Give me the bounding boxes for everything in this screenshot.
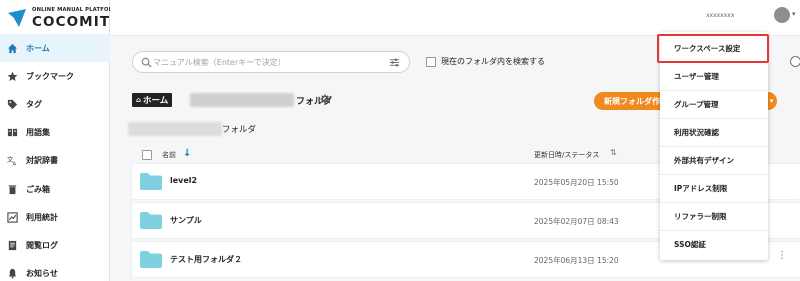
user-avatar[interactable]	[774, 7, 790, 23]
row-updated: 2025年05月20日 15:50	[534, 178, 619, 187]
search-box	[132, 51, 410, 73]
svg-text:A: A	[12, 162, 16, 166]
logo-subtitle: ONLINE MANUAL PLATFORM	[32, 7, 119, 13]
column-header-name[interactable]: 名前	[162, 150, 176, 160]
menu-item-group-management[interactable]: グループ管理	[660, 90, 768, 118]
tag-icon	[6, 98, 18, 110]
menu-item-external-share-design[interactable]: 外部共有デザイン	[660, 146, 768, 174]
sidebar-item-label: タグ	[26, 99, 42, 109]
folder-icon	[140, 212, 162, 229]
logo[interactable]: ONLINE MANUAL PLATFORM COCOMITE	[6, 5, 119, 31]
sidebar-item-view-log[interactable]: 閲覧ログ	[0, 231, 110, 259]
admin-dropdown-menu: ワークスペース設定 ユーザー管理 グループ管理 利用状況確認 外部共有デザイン …	[660, 32, 768, 260]
column-header-updated[interactable]: 更新日時/ステータス	[534, 150, 599, 160]
chart-icon	[6, 211, 18, 223]
sidebar-item-label: ブックマーク	[26, 71, 74, 81]
bell-icon	[6, 268, 18, 280]
menu-item-sso[interactable]: SSO認証	[660, 230, 768, 258]
breadcrumb-redacted-name	[190, 93, 294, 107]
breadcrumb-home[interactable]: ⌂ ホーム	[132, 93, 173, 107]
username[interactable]: xxxxxxxx	[706, 12, 734, 19]
row-updated: 2025年02月07日 08:43	[534, 217, 619, 226]
sidebar-item-trash[interactable]: ごみ箱	[0, 175, 110, 203]
sidebar-item-usage-stats[interactable]: 利用統計	[0, 203, 110, 231]
gear-icon[interactable]	[320, 94, 330, 104]
sidebar-item-label: 利用統計	[26, 212, 58, 222]
menu-item-user-management[interactable]: ユーザー管理	[660, 62, 768, 90]
sidebar-nav: ホーム ブックマーク タグ 用語集 文A 対訳辞書 ごみ箱 利用統計 閲覧ログ …	[0, 34, 110, 281]
sidebar-item-label: 用語集	[26, 128, 50, 138]
logo-name: COCOMITE	[32, 14, 121, 30]
sidebar-item-label: ホーム	[26, 43, 50, 53]
path-folder-suffix: フォルダ	[222, 125, 257, 135]
translate-icon: 文A	[6, 155, 18, 167]
more-options-icon[interactable]: ⋮	[777, 251, 787, 261]
row-name: level2	[170, 176, 198, 185]
logo-mark-icon	[8, 9, 26, 27]
sidebar-item-glossary[interactable]: 用語集	[0, 119, 110, 147]
sidebar-item-label: お知らせ	[26, 269, 58, 279]
new-folder-button-label: 新規フォルダ作	[604, 96, 660, 106]
folder-icon	[140, 251, 162, 268]
sidebar-item-label: ごみ箱	[26, 184, 50, 194]
menu-item-ip-restriction[interactable]: IPアドレス制限	[660, 174, 768, 202]
log-icon	[6, 239, 18, 251]
filter-settings-icon[interactable]	[389, 57, 400, 68]
sort-down-arrow-icon[interactable]: ↓	[183, 148, 191, 159]
trash-icon	[6, 183, 18, 195]
top-bar: xxxxxxxx ▾	[110, 0, 800, 36]
current-folder-checkbox-label: 現在のフォルダ内を検索する	[441, 57, 545, 66]
sidebar-item-bookmark[interactable]: ブックマーク	[0, 62, 110, 90]
home-icon: ⌂	[136, 96, 142, 104]
glossary-icon	[6, 127, 18, 139]
sidebar-item-label: 閲覧ログ	[26, 240, 58, 250]
sidebar-item-translation-dictionary[interactable]: 文A 対訳辞書	[0, 147, 110, 175]
sidebar: ONLINE MANUAL PLATFORM COCOMITE ホーム ブックマ…	[0, 0, 119, 281]
sidebar-item-label: 対訳辞書	[26, 156, 58, 166]
menu-item-workspace-settings[interactable]: ワークスペース設定	[660, 34, 768, 62]
folder-icon	[140, 173, 162, 190]
breadcrumb-home-label: ホーム	[143, 96, 169, 106]
sidebar-item-tag[interactable]: タグ	[0, 90, 110, 118]
chevron-down-icon[interactable]: ▾	[792, 10, 796, 18]
sort-toggle-icon[interactable]: ⇅	[610, 148, 617, 157]
toggle-radio[interactable]	[790, 56, 800, 67]
row-name: サンプル	[170, 216, 202, 225]
menu-item-usage-status[interactable]: 利用状況確認	[660, 118, 768, 146]
current-folder-checkbox[interactable]	[426, 57, 436, 67]
search-input[interactable]	[153, 55, 373, 69]
search-icon	[141, 57, 152, 68]
select-all-checkbox[interactable]	[142, 150, 152, 160]
row-name: テスト用フォルダ２	[170, 255, 242, 264]
star-icon	[6, 70, 18, 82]
path-redacted-name	[128, 122, 222, 136]
home-icon	[6, 42, 18, 54]
row-updated: 2025年06月13日 15:20	[534, 256, 619, 265]
menu-item-referrer-restriction[interactable]: リファラー制限	[660, 202, 768, 230]
sidebar-item-notifications[interactable]: お知らせ	[0, 260, 110, 281]
sidebar-item-home[interactable]: ホーム	[0, 34, 110, 63]
